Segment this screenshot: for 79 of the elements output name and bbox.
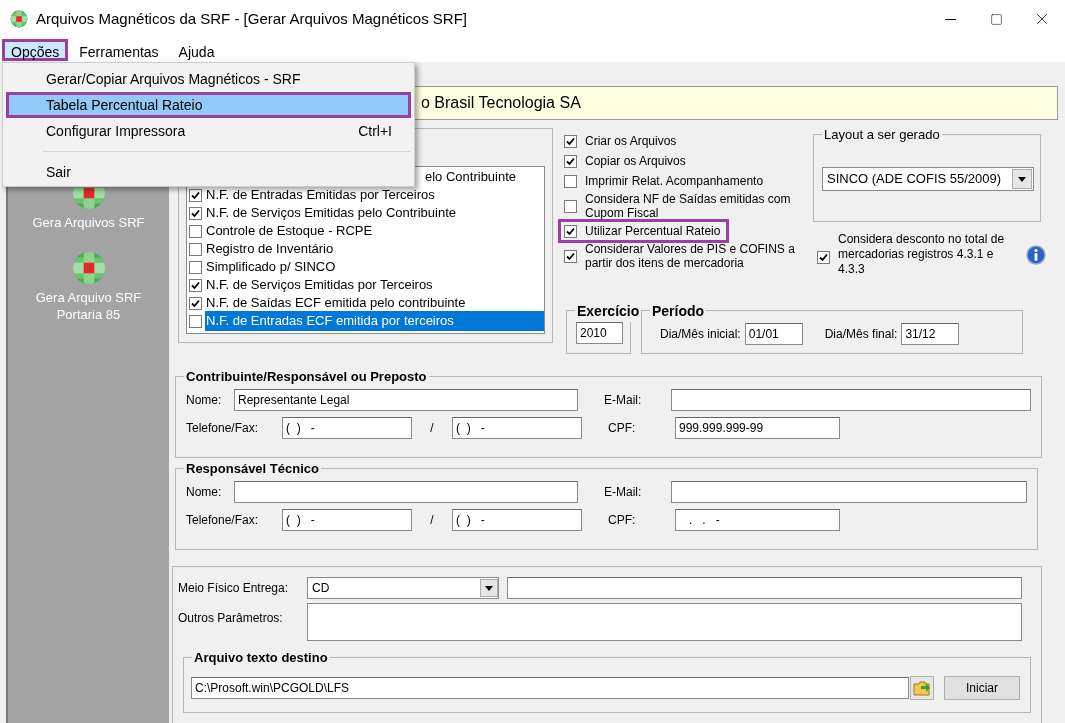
field-label: /	[429, 512, 435, 529]
field-label: Nome:	[186, 484, 223, 501]
field-label: Dia/Mês final:	[824, 326, 898, 343]
menu-item[interactable]: Ajuda	[169, 39, 224, 61]
info-icon[interactable]	[1026, 245, 1046, 265]
list-item[interactable]: Controle de Estoque - RCPE	[205, 221, 544, 241]
checkbox[interactable]	[189, 314, 202, 328]
checkbox[interactable]	[564, 134, 577, 148]
checkbox[interactable]	[564, 174, 577, 188]
list-item[interactable]: N.F. de Entradas Emitidas por Terceiros	[205, 185, 544, 205]
menu-option[interactable]: Tabela Percentual Rateio	[6, 92, 411, 118]
checkbox[interactable]	[189, 224, 202, 238]
field-label: Meio Físico Entrega:	[178, 580, 290, 597]
input-field[interactable]	[671, 389, 1031, 411]
input-field[interactable]	[234, 481, 578, 503]
checkbox[interactable]	[564, 249, 577, 263]
input-field[interactable]: 31/12	[901, 323, 960, 345]
app-icon	[10, 10, 28, 28]
input-field[interactable]: . . -	[675, 509, 840, 531]
list-item[interactable]: N.F. de Entradas ECF emitida por terceiros	[205, 311, 544, 331]
checkbox[interactable]	[564, 224, 577, 238]
globe-icon	[71, 251, 106, 285]
field-label: Nome:	[186, 392, 223, 409]
input-field[interactable]: C:\Prosoft.win\PCGOLD\LFS	[191, 677, 909, 699]
open-folder-button[interactable]	[910, 676, 934, 700]
maximize-icon	[989, 12, 1003, 26]
checkbox[interactable]	[189, 278, 202, 292]
field-label: Dia/Mês inicial:	[660, 326, 741, 343]
option-label: Copiar os Arquivos	[585, 154, 686, 168]
menu-item[interactable]: Opções	[2, 39, 69, 61]
field-label: Telefone/Fax:	[186, 512, 260, 529]
checkbox[interactable]	[564, 154, 577, 168]
option-label: Considera NF de Saídas emitidas com Cupom Fiscal	[585, 192, 792, 220]
checkbox[interactable]	[189, 206, 202, 220]
checkbox[interactable]	[564, 199, 577, 213]
menu-option[interactable]: Sair	[6, 159, 411, 185]
checkbox[interactable]	[189, 188, 202, 202]
menu-option[interactable]: Configurar Impressora Ctrl+I	[6, 118, 411, 144]
list-item[interactable]: Simplificado p/ SINCO	[205, 257, 544, 277]
option-label: Criar os Arquivos	[585, 134, 677, 148]
option-label: Imprimir Relat. Acompanhamento	[585, 174, 764, 188]
list-item[interactable]: N.F. de Saídas ECF emitida pelo contribuinte	[205, 293, 544, 313]
field-label: Telefone/Fax:	[186, 420, 260, 437]
shortcut-text: Ctrl+I	[358, 121, 392, 141]
list-item[interactable]: N.F. de Serviços Emitidas pelo Contribuinte	[205, 203, 544, 223]
field-label: E-Mail:	[604, 484, 643, 501]
input-field[interactable]: Representante Legal	[234, 389, 578, 411]
field-label: /	[429, 420, 435, 437]
input-field[interactable]	[507, 577, 1022, 599]
input-field[interactable]: ( ) -	[282, 417, 412, 439]
parameters-field[interactable]	[307, 603, 1022, 641]
field-label: CPF:	[608, 512, 637, 529]
input-field[interactable]: ( ) -	[452, 417, 582, 439]
menu-item[interactable]: Ferramentas	[70, 39, 168, 61]
window-title: Arquivos Magnéticos da SRF - [Gerar Arquivos Magnéticos SRF]	[36, 8, 467, 29]
input-field[interactable]: 2010	[576, 322, 623, 344]
folder-icon	[913, 680, 931, 696]
layout-dropdown[interactable]: SINCO (ADE COFIS 55/2009)	[822, 167, 1034, 191]
option-label: Utilizar Percentual Rateio	[585, 224, 721, 238]
input-field[interactable]: ( ) -	[282, 509, 412, 531]
start-button[interactable]: Iniciar	[944, 676, 1020, 700]
delivery-dropdown[interactable]: CD	[307, 577, 499, 599]
input-field[interactable]: 999.999.999-99	[675, 417, 840, 439]
option-label: Considerar Valores de PIS e COFINS a partir dos itens de mercadoria	[585, 242, 796, 270]
checkbox[interactable]	[817, 251, 830, 264]
input-field[interactable]: 01/01	[744, 323, 803, 345]
field-label: CPF:	[608, 420, 637, 437]
checkbox[interactable]	[189, 296, 202, 310]
checkbox[interactable]	[189, 260, 202, 274]
field-label: Outros Parâmetros:	[178, 610, 284, 627]
option-label: Considera desconto no total de mercadorias registros 4.3.1 e 4.3.3	[838, 232, 1006, 277]
field-label: E-Mail:	[604, 392, 643, 409]
list-item[interactable]: Registro de Inventário	[205, 239, 544, 259]
list-item[interactable]: elo Contribuinte	[425, 167, 517, 187]
input-field[interactable]	[671, 481, 1027, 503]
input-field[interactable]: ( ) -	[452, 509, 582, 531]
checkbox[interactable]	[189, 242, 202, 256]
list-item[interactable]: N.F. de Serviços Emitidas por Terceiros	[205, 275, 544, 295]
minimize-icon	[944, 18, 956, 20]
